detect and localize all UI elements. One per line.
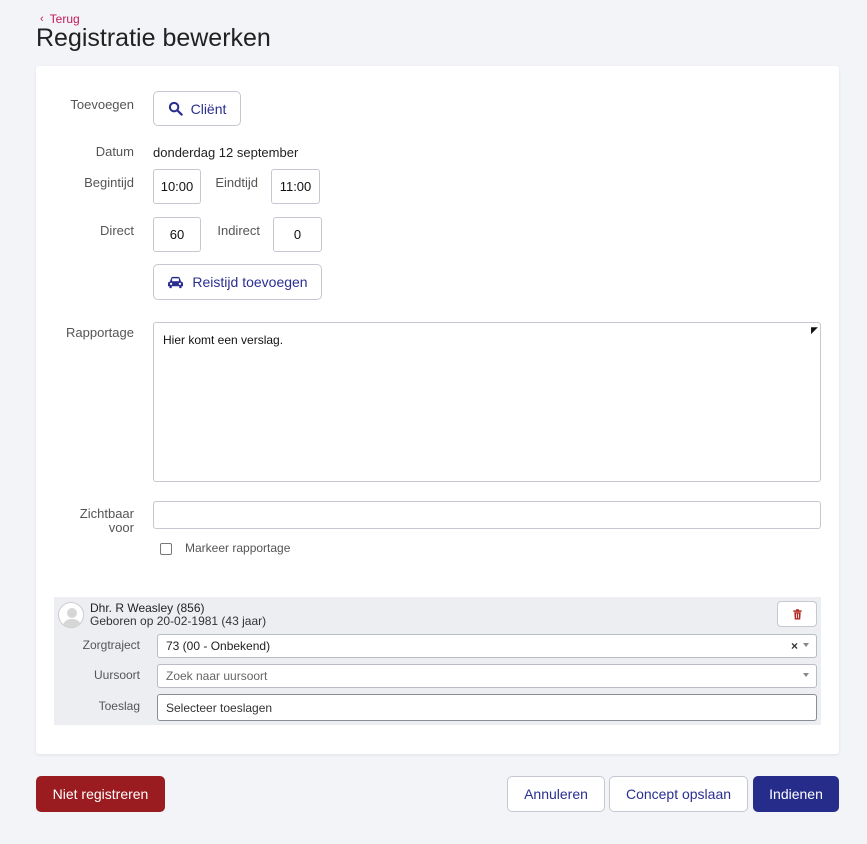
uursoort-select[interactable]: Zoek naar uursoort: [157, 664, 817, 688]
add-client-button[interactable]: Cliënt: [153, 91, 241, 126]
annuleren-button[interactable]: Annuleren: [507, 776, 605, 812]
registration-form-card: Toevoegen Cliënt Datum donderdag 12 sept…: [36, 66, 839, 754]
eindtijd-label: Eindtijd: [215, 175, 258, 190]
client-dob: Geboren op 20-02-1981 (43 jaar): [90, 614, 267, 628]
add-travel-time-button[interactable]: Reistijd toevoegen: [153, 264, 322, 300]
indirect-label: Indirect: [217, 223, 260, 238]
toeslag-label: Toeslag: [98, 699, 140, 713]
zorgtraject-label: Zorgtraject: [82, 638, 140, 652]
markeer-rapportage-checkbox[interactable]: [160, 543, 172, 555]
page-title: Registratie bewerken: [36, 24, 271, 52]
datum-label: Datum: [95, 144, 134, 159]
user-icon: [62, 608, 82, 627]
eindtijd-input[interactable]: 11:00: [271, 169, 320, 204]
caret-down-icon: [803, 673, 809, 677]
niet-registreren-button[interactable]: Niet registreren: [36, 776, 165, 812]
remove-client-button[interactable]: [777, 601, 817, 627]
client-panel: Dhr. R Weasley (856) Geboren op 20-02-19…: [54, 597, 821, 725]
direct-label: Direct: [100, 223, 134, 238]
rapportage-textarea[interactable]: Hier komt een verslag.: [153, 322, 821, 482]
client-name: Dhr. R Weasley (856): [90, 601, 205, 615]
zichtbaar-voor-label: Zichtbaar voor: [36, 507, 134, 535]
begintijd-label: Begintijd: [84, 175, 134, 190]
indienen-button[interactable]: Indienen: [753, 776, 839, 812]
uursoort-placeholder: Zoek naar uursoort: [166, 669, 268, 683]
toeslag-placeholder: Selecteer toeslagen: [166, 700, 273, 715]
search-icon: [168, 101, 183, 116]
zorgtraject-value: 73 (00 - Onbekend): [166, 639, 271, 653]
add-travel-time-label: Reistijd toevoegen: [192, 274, 308, 290]
car-icon: [168, 276, 184, 288]
trash-icon: [792, 608, 802, 620]
zichtbaar-voor-input[interactable]: [153, 501, 821, 529]
rapportage-label: Rapportage: [66, 325, 134, 340]
avatar: [58, 602, 84, 628]
zichtbaar-label-line2: voor: [108, 520, 134, 535]
toevoegen-label: Toevoegen: [70, 97, 134, 112]
resize-handle-icon[interactable]: ◤: [811, 325, 818, 336]
markeer-rapportage-label: Markeer rapportage: [185, 541, 291, 555]
datum-value: donderdag 12 september: [153, 145, 299, 160]
indirect-input[interactable]: 0: [273, 217, 322, 252]
clear-icon[interactable]: ×: [791, 639, 798, 653]
zorgtraject-select[interactable]: 73 (00 - Onbekend) ×: [157, 634, 817, 658]
concept-opslaan-button[interactable]: Concept opslaan: [609, 776, 748, 812]
add-client-button-label: Cliënt: [190, 100, 227, 117]
zichtbaar-label-line1: Zichtbaar: [79, 506, 134, 521]
uursoort-label: Uursoort: [93, 668, 140, 682]
toeslag-select[interactable]: Selecteer toeslagen: [157, 694, 817, 721]
caret-down-icon: [803, 643, 809, 647]
